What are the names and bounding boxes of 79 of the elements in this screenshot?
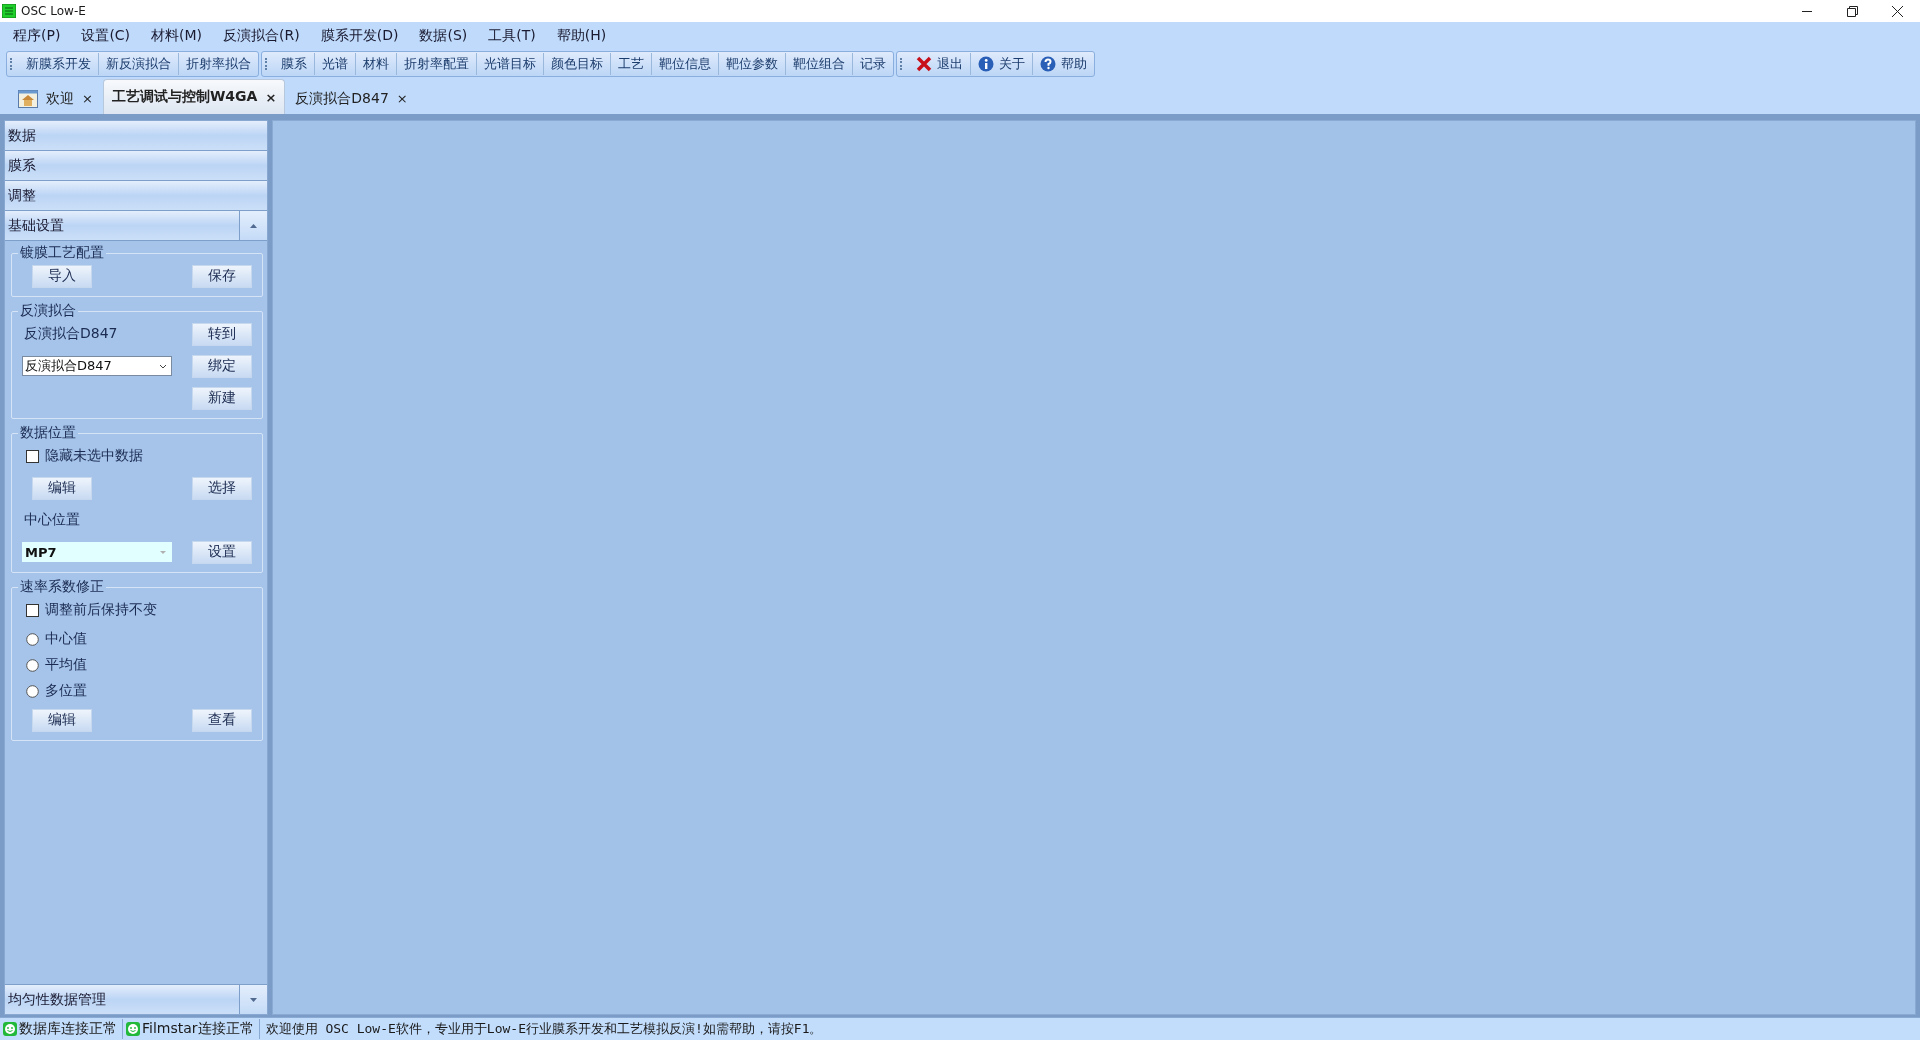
field-label: 中心位置: [23, 511, 80, 529]
app-icon: [2, 4, 16, 18]
menu-item[interactable]: 工具(T): [479, 25, 545, 47]
tab-close-button[interactable]: ×: [396, 91, 408, 106]
checkbox-label[interactable]: 调整前后保持不变: [45, 601, 157, 619]
caret-icon: [159, 363, 167, 369]
caret-icon: [159, 549, 167, 555]
accordion-header[interactable]: 膜系: [5, 151, 267, 180]
radio-button[interactable]: [26, 684, 39, 698]
toolbar-button[interactable]: 工艺: [611, 53, 652, 75]
panel-button[interactable]: 设置: [192, 540, 252, 564]
group-title: 速率系数修正: [18, 578, 106, 596]
close-icon: [1892, 5, 1903, 17]
menu-item[interactable]: 设置(C): [72, 25, 140, 47]
fit-name-label: 反演拟合D847: [23, 325, 118, 343]
help-icon: [1040, 56, 1056, 72]
group-title: 镀膜工艺配置: [18, 244, 106, 262]
toolbar-button[interactable]: 靶位参数: [719, 53, 786, 75]
tab[interactable]: 反演拟合D847 ×: [287, 83, 416, 114]
group-title: 数据位置: [18, 424, 78, 442]
radio-label[interactable]: 平均值: [45, 656, 87, 674]
menu-item[interactable]: 数据(S): [410, 25, 477, 47]
status-message: 欢迎使用 OSC Low-E软件，专业用于Low-E行业膜系开发和工艺模拟反演!如需帮助，请按F1。: [264, 1020, 823, 1038]
radio-button[interactable]: [26, 658, 39, 672]
caret-icon: [249, 996, 258, 1003]
menu-item[interactable]: 膜系开发(D): [311, 25, 408, 47]
panel-button[interactable]: 新建: [192, 386, 252, 410]
menu-item[interactable]: 反演拟合(R): [214, 25, 309, 47]
panel-button[interactable]: 编辑: [32, 476, 92, 500]
accordion-header[interactable]: 调整: [5, 181, 267, 210]
group-title: 反演拟合: [18, 302, 78, 320]
tab-close-button[interactable]: ×: [265, 89, 277, 105]
menu-item[interactable]: 帮助(H): [547, 25, 616, 47]
toolbar-button[interactable]: 新反演拟合: [99, 53, 179, 75]
toolbar-button[interactable]: 记录: [853, 53, 893, 75]
panel-button[interactable]: 保存: [192, 264, 252, 288]
toolbar-button[interactable]: 光谱: [315, 53, 356, 75]
toolbar-button[interactable]: 新膜系开发: [19, 53, 99, 75]
radio-label[interactable]: 多位置: [45, 682, 87, 700]
toolbar-button[interactable]: 帮助: [1033, 53, 1094, 75]
checkbox-label[interactable]: 隐藏未选中数据: [45, 447, 143, 465]
window-title: OSC Low-E: [21, 4, 86, 18]
tab[interactable]: 工艺调试与控制W4GA ×: [102, 79, 286, 114]
toolbar-button[interactable]: 折射率拟合: [179, 53, 258, 75]
caret-icon: [249, 222, 258, 229]
tab-close-button[interactable]: ×: [82, 91, 93, 106]
tab[interactable]: 欢迎 ×: [10, 83, 101, 114]
smiley-icon: [3, 1022, 17, 1036]
checkbox[interactable]: [26, 603, 39, 617]
status-text: Filmstar连接正常: [142, 1020, 254, 1038]
toolbar-button[interactable]: 折射率配置: [397, 53, 477, 75]
panel-button[interactable]: 转到: [192, 322, 252, 346]
toolbar-button[interactable]: 关于: [971, 53, 1033, 75]
radio-button[interactable]: [26, 632, 39, 646]
toolbar-button[interactable]: 颜色目标: [544, 53, 611, 75]
toolbar-button[interactable]: 材料: [356, 53, 397, 75]
close-icon: [916, 56, 932, 72]
panel-button[interactable]: 编辑: [32, 708, 92, 732]
toolbar-button[interactable]: 靶位信息: [652, 53, 719, 75]
status-text: 数据库连接正常: [19, 1020, 117, 1038]
panel-button[interactable]: 导入: [32, 264, 92, 288]
info-icon: [978, 56, 994, 72]
toolbar-button[interactable]: 靶位组合: [786, 53, 853, 75]
toolbar-button[interactable]: 光谱目标: [477, 53, 544, 75]
panel-button[interactable]: 查看: [192, 708, 252, 732]
menu-item[interactable]: 材料(M): [142, 25, 212, 47]
accordion-header[interactable]: 数据: [5, 121, 267, 150]
panel-button[interactable]: 绑定: [192, 354, 252, 378]
smiley-icon: [126, 1022, 140, 1036]
restore-icon: [1847, 5, 1858, 17]
menu-item[interactable]: 程序(P): [4, 25, 70, 47]
dropdown-field[interactable]: MP7: [22, 542, 172, 562]
toolbar-button[interactable]: 退出: [909, 53, 971, 75]
radio-label[interactable]: 中心值: [45, 630, 87, 648]
dropdown-field[interactable]: 反演拟合D847: [22, 356, 172, 376]
house-icon: [18, 89, 38, 108]
toolbar-button[interactable]: 膜系: [274, 53, 315, 75]
checkbox[interactable]: [26, 449, 39, 463]
panel-button[interactable]: 选择: [192, 476, 252, 500]
